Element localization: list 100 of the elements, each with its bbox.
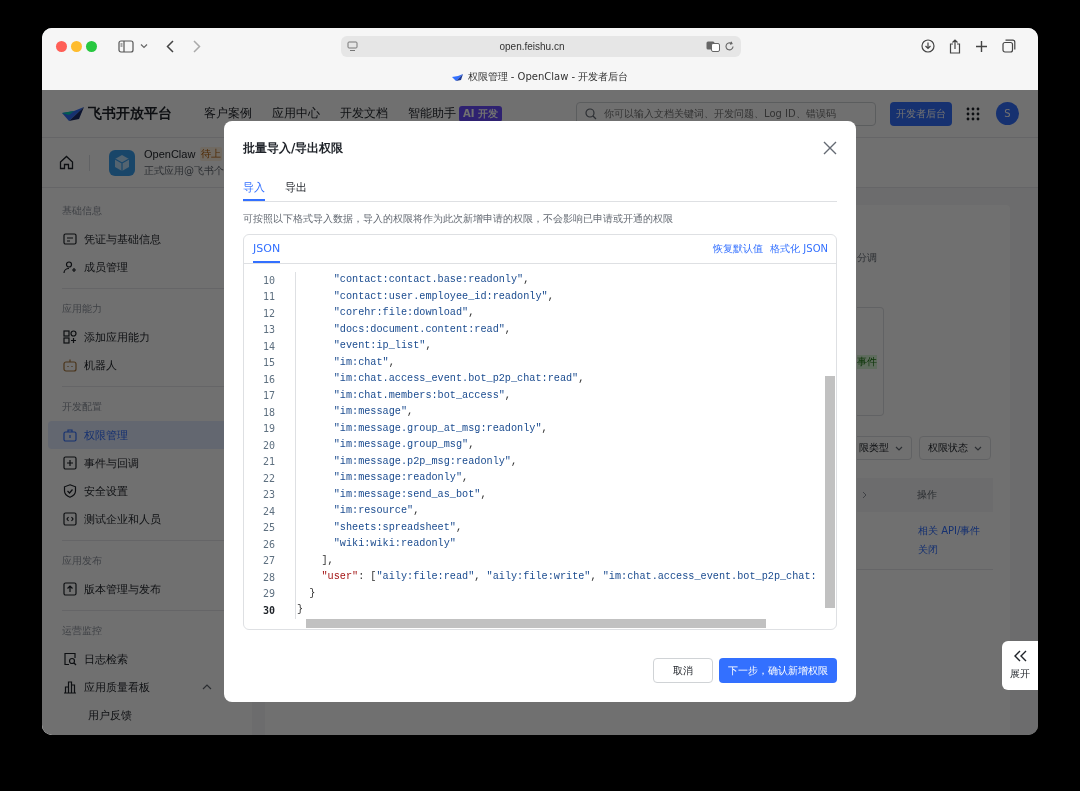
line-number: 10 [261, 274, 275, 286]
translate-icon[interactable] [706, 40, 720, 52]
editor-action-link[interactable]: 格式化 JSON [770, 242, 828, 256]
chevron-up-icon[interactable] [202, 684, 212, 690]
nav-link[interactable]: 智能助手 [408, 105, 456, 122]
sidebar-item[interactable]: 测试企业和人员 [48, 505, 246, 533]
user-avatar[interactable]: S [996, 102, 1019, 125]
code-line: "contact:user.employee_id:readonly", [295, 288, 554, 305]
code-line: "im:message.p2p_msg:readonly", [295, 453, 518, 470]
code-line: "im:chat.members:bot_access", [295, 387, 511, 404]
site-favicon-icon [451, 72, 463, 82]
download-icon[interactable] [921, 39, 935, 53]
app-icon [109, 149, 135, 176]
line-number: 16 [261, 373, 275, 385]
confirm-button[interactable]: 下一步，确认新增权限 [719, 658, 837, 683]
line-number: 19 [261, 423, 275, 435]
caret-icon [974, 445, 982, 451]
line-number: 25 [261, 522, 275, 534]
line-number: 12 [261, 307, 275, 319]
shield-icon [62, 483, 78, 499]
editor-action-link[interactable]: 恢复默认值 [713, 242, 764, 256]
dialog-description: 可按照以下格式导入数据，导入的权限将作为此次新增申请的权限，不会影响已申请或开通的权限 [243, 212, 674, 226]
line-number: 24 [261, 505, 275, 517]
upload-icon [62, 581, 78, 597]
home-icon[interactable] [59, 155, 74, 170]
code-line: "contact:contact.base:readonly", [295, 272, 530, 289]
plus-box-icon [62, 455, 78, 471]
nav-link[interactable]: 开发文档 [340, 105, 388, 122]
grid-icon [62, 329, 78, 345]
vertical-scrollbar[interactable] [825, 376, 835, 608]
reload-icon[interactable] [724, 40, 735, 52]
nav-link[interactable]: 客户案例 [204, 105, 252, 122]
caret-icon [895, 445, 903, 451]
expand-button[interactable]: 展开 [1002, 641, 1038, 690]
code-line: } [295, 602, 304, 619]
app-name: OpenClaw [144, 148, 196, 160]
nav-link[interactable]: 应用中心 [272, 105, 320, 122]
sidebar-item[interactable]: 版本管理与发布 [48, 575, 246, 603]
sidebar-subitem[interactable]: 用户反馈 [48, 701, 246, 729]
code-line: ], [295, 552, 334, 569]
ai-badge: AI 开发 [459, 105, 502, 122]
code-line: "wiki:wiki:readonly" [295, 536, 456, 553]
address-bar[interactable]: open.feishu.cn [341, 35, 741, 57]
share-icon[interactable] [949, 38, 961, 54]
back-icon[interactable] [166, 39, 174, 53]
sidebar-item[interactable]: 日志检索 [48, 645, 246, 673]
double-chevron-left-icon [1013, 650, 1027, 662]
app-grid-icon[interactable] [966, 106, 980, 121]
sidebar-item[interactable]: 成员管理 [48, 253, 246, 281]
code-line: "im:chat.access_event.bot_p2p_chat:read", [295, 371, 585, 388]
line-number: 21 [261, 456, 275, 468]
caret-icon[interactable] [140, 43, 148, 49]
logo-icon[interactable] [62, 105, 84, 122]
forward-icon[interactable] [193, 39, 201, 53]
tab-title[interactable]: 权限管理 - OpenClaw - 开发者后台 [467, 70, 629, 84]
code-line: "corehr:file:download", [295, 305, 475, 322]
editor-tab[interactable]: JSON [253, 235, 281, 263]
url-text: open.feishu.cn [498, 40, 566, 52]
close-icon[interactable] [823, 141, 837, 155]
sidebar-item[interactable]: 添加应用能力 [48, 323, 246, 351]
code-line: "event:ip_list", [295, 338, 432, 355]
line-number: 15 [261, 357, 275, 369]
tabs-overview-icon[interactable] [1002, 39, 1016, 53]
action-link[interactable]: 相关 API/事件 [918, 524, 993, 538]
line-number: 30 [261, 604, 275, 616]
code-line: } [295, 585, 316, 602]
sidebar-item[interactable]: 机器人 [48, 351, 246, 379]
search-icon [585, 107, 597, 120]
sidebar-item[interactable]: 应用质量看板 [48, 673, 246, 701]
sidebar-toggle-icon[interactable] [118, 39, 134, 53]
code-line: "im:message.group_at_msg:readonly", [295, 420, 548, 437]
code-line: "docs:document.content:read", [295, 321, 511, 338]
close-window-button[interactable] [56, 40, 67, 52]
line-number: 27 [261, 555, 275, 567]
cancel-button[interactable]: 取消 [653, 658, 713, 683]
site-logo-text[interactable]: 飞书开放平台 [88, 104, 172, 123]
site-icon [347, 40, 358, 52]
dialog-tab[interactable]: 导出 [285, 175, 307, 201]
robot-icon [62, 357, 78, 373]
horizontal-scrollbar[interactable] [306, 619, 766, 628]
line-number: 29 [261, 588, 275, 600]
filter-dropdown[interactable]: 权限状态 [919, 436, 991, 460]
code-line: "im:message.group_msg", [295, 437, 475, 454]
sidebar-item[interactable]: 安全设置 [48, 477, 246, 505]
line-number: 22 [261, 472, 275, 484]
developer-console-button[interactable]: 开发者后台 [890, 101, 952, 126]
dialog-tab[interactable]: 导入 [243, 175, 265, 201]
code-line: "im:message", [295, 404, 414, 421]
code-line: "im:message:readonly", [295, 470, 469, 487]
new-tab-icon[interactable] [975, 39, 988, 53]
sidebar-item[interactable]: 事件与回调 [48, 449, 246, 477]
filter-dropdown[interactable]: 限类型 [857, 436, 912, 460]
line-number: 26 [261, 538, 275, 550]
action-link[interactable]: 关闭 [918, 543, 993, 557]
line-number: 11 [261, 291, 275, 303]
code-line: "sheets:spreadsheet", [295, 519, 463, 536]
line-number: 18 [261, 406, 275, 418]
briefcase-icon [62, 427, 78, 443]
sidebar-item[interactable]: 凭证与基础信息 [48, 225, 246, 253]
line-number: 23 [261, 489, 275, 501]
